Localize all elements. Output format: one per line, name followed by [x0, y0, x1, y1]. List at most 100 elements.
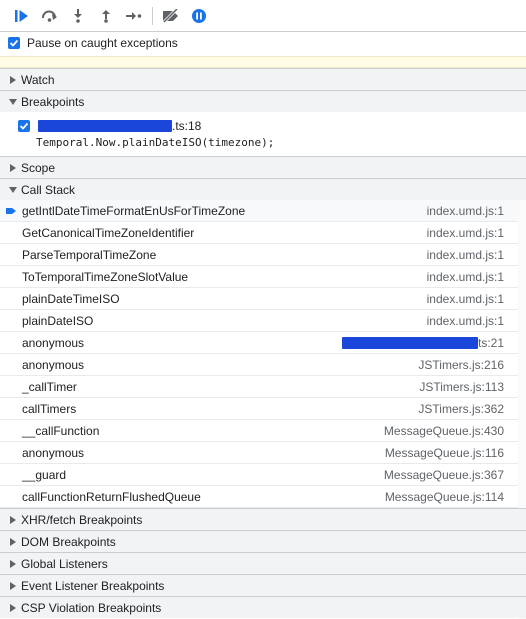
section-event-listener-breakpoints[interactable]: Event Listener Breakpoints	[0, 574, 526, 596]
call-frame-function: __callFunction	[22, 423, 100, 438]
pause-on-exceptions-button[interactable]	[185, 0, 213, 32]
section-title: Breakpoints	[21, 94, 85, 109]
call-frame-location[interactable]: index.umd.js:1	[427, 270, 504, 284]
call-frame-row[interactable]: callFunctionReturnFlushedQueue MessageQue…	[0, 486, 518, 508]
section-global-listeners[interactable]: Global Listeners	[0, 552, 526, 574]
call-frame-location[interactable]: MessageQueue.js:367	[384, 468, 504, 482]
call-frame-row[interactable]: __callFunction MessageQueue.js:430	[0, 420, 518, 442]
call-frame-function: callTimers	[22, 401, 77, 416]
call-frame-function: anonymous	[22, 357, 85, 372]
section-title: Watch	[21, 72, 55, 87]
call-frame-function: anonymous	[22, 445, 85, 460]
pause-on-caught-row[interactable]: Pause on caught exceptions	[0, 32, 526, 54]
collapsed-triangle-icon	[8, 581, 18, 591]
pause-on-exceptions-icon	[192, 8, 206, 23]
deactivate-breakpoints-button[interactable]	[157, 0, 185, 32]
step-into-button[interactable]	[64, 0, 92, 32]
call-frame-location-text: JSTimers.js:216	[418, 357, 504, 372]
step-icon	[126, 11, 142, 20]
call-frame-row[interactable]: callTimers JSTimers.js:362	[0, 398, 518, 420]
call-frame-function: ToTemporalTimeZoneSlotValue	[22, 269, 189, 284]
breakpoint-code: Temporal.Now.plainDateISO(timezone);	[36, 136, 275, 149]
step-into-icon	[74, 8, 82, 23]
collapsed-triangle-icon	[8, 537, 18, 547]
section-call-stack[interactable]: Call Stack	[0, 178, 526, 200]
section-title: Call Stack	[21, 182, 76, 197]
call-frame-location-text: MessageQueue.js:114	[384, 489, 504, 504]
section-title: Event Listener Breakpoints	[21, 578, 165, 593]
call-frame-location[interactable]: JSTimers.js:362	[418, 402, 504, 416]
call-frame-location[interactable]: JSTimers.js:216	[418, 358, 504, 372]
resume-icon	[15, 9, 28, 22]
call-frame-location[interactable]: ts:21	[341, 335, 504, 350]
section-title: Scope	[21, 160, 56, 175]
call-frame-location-text: MessageQueue.js:367	[383, 467, 504, 482]
breakpoint-checkbox[interactable]	[18, 120, 30, 132]
call-frame-row[interactable]: plainDateISO index.umd.js:1	[0, 310, 518, 332]
call-frame-location-text: index.umd.js:1	[426, 225, 504, 240]
step-over-button[interactable]	[36, 0, 64, 32]
call-frame-location[interactable]: JSTimers.js:113	[419, 380, 504, 394]
call-frame-location-text: index.umd.js:1	[426, 247, 504, 262]
call-frame-function: plainDateTimeISO	[22, 291, 120, 306]
call-frame-location[interactable]: index.umd.js:1	[427, 292, 504, 306]
call-frame-row[interactable]: ToTemporalTimeZoneSlotValue index.umd.js:…	[0, 266, 518, 288]
debugger-toolbar	[0, 0, 526, 32]
checkmark-icon	[9, 39, 19, 47]
breakpoint-line: .ts:18	[172, 119, 202, 133]
call-frame-row[interactable]: anonymous ts:21	[0, 332, 518, 354]
call-frame-row[interactable]: __guard MessageQueue.js:367	[0, 464, 518, 486]
collapsed-triangle-icon	[8, 603, 18, 613]
call-frame-function: ParseTemporalTimeZone	[22, 247, 157, 262]
call-frame-function: GetCanonicalTimeZoneIdentifier	[22, 225, 195, 240]
redacted-filename	[341, 336, 478, 349]
call-frame-function: _callTimer	[22, 379, 77, 394]
breakpoint-item[interactable]: .ts:18 Temporal.Now.plainDateISO(timezon…	[0, 112, 526, 156]
breakpoint-location: .ts:18	[18, 119, 201, 133]
redacted-filename	[38, 120, 172, 132]
call-frame-row[interactable]: anonymous JSTimers.js:216	[0, 354, 518, 376]
expanded-triangle-icon	[8, 185, 18, 195]
step-over-icon	[42, 10, 57, 22]
call-frame-row[interactable]: ParseTemporalTimeZone index.umd.js:1	[0, 244, 518, 266]
section-scope[interactable]: Scope	[0, 156, 526, 178]
collapsed-triangle-icon	[8, 559, 18, 569]
section-title: XHR/fetch Breakpoints	[21, 512, 143, 527]
call-frame-location-text: ts:21	[477, 335, 504, 350]
call-frame-location[interactable]: index.umd.js:1	[427, 314, 504, 328]
section-watch[interactable]: Watch	[0, 68, 526, 90]
section-csp-violation-breakpoints[interactable]: CSP Violation Breakpoints	[0, 596, 526, 618]
call-frame-function: plainDateISO	[22, 313, 94, 328]
call-frame-row[interactable]: anonymous MessageQueue.js:116	[0, 442, 518, 464]
call-frame-row[interactable]: plainDateTimeISO index.umd.js:1	[0, 288, 518, 310]
call-frame-location[interactable]: MessageQueue.js:430	[384, 424, 504, 438]
call-frame-location[interactable]: MessageQueue.js:116	[385, 446, 504, 460]
call-frame-function: anonymous	[22, 335, 85, 350]
resume-button[interactable]	[8, 0, 36, 32]
deactivate-breakpoints-icon	[162, 8, 179, 23]
pause-on-caught-checkbox[interactable]	[8, 37, 20, 49]
call-frame-location[interactable]: index.umd.js:1	[427, 248, 504, 262]
section-dom-breakpoints[interactable]: DOM Breakpoints	[0, 530, 526, 552]
step-out-icon	[102, 9, 110, 23]
collapsed-triangle-icon	[8, 75, 18, 85]
call-frame-location-text: MessageQueue.js:116	[384, 445, 504, 460]
expanded-triangle-icon	[8, 97, 18, 107]
pause-on-caught-label: Pause on caught exceptions	[27, 36, 178, 50]
call-frame-row[interactable]: _callTimer JSTimers.js:113	[0, 376, 518, 398]
step-button[interactable]	[120, 0, 148, 32]
call-frame-location[interactable]: MessageQueue.js:114	[385, 490, 504, 504]
call-frame-function: getIntlDateTimeFormatEnUsForTimeZone	[22, 203, 246, 218]
call-frame-function: callFunctionReturnFlushedQueue	[22, 489, 201, 504]
section-title: Global Listeners	[21, 556, 108, 571]
step-out-button[interactable]	[92, 0, 120, 32]
call-frame-location[interactable]: index.umd.js:1	[427, 204, 504, 218]
call-frame-location-text: index.umd.js:1	[426, 269, 504, 284]
section-breakpoints[interactable]: Breakpoints	[0, 90, 526, 112]
section-xhr-breakpoints[interactable]: XHR/fetch Breakpoints	[0, 508, 526, 530]
checkmark-icon	[19, 122, 29, 130]
call-frame-row[interactable]: GetCanonicalTimeZoneIdentifier index.umd.…	[0, 222, 518, 244]
current-frame-arrow-icon	[6, 208, 16, 214]
call-frame-row[interactable]: getIntlDateTimeFormatEnUsForTimeZone inde…	[0, 200, 518, 222]
call-frame-location[interactable]: index.umd.js:1	[427, 226, 504, 240]
